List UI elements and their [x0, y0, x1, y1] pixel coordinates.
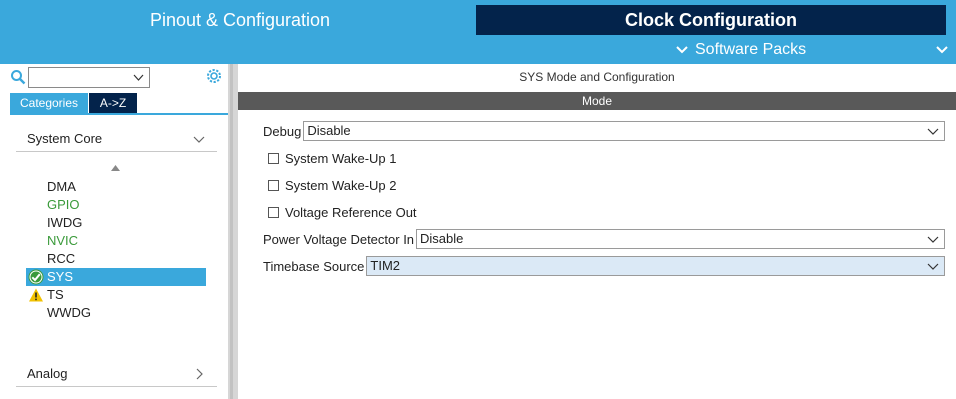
debug-select[interactable]: Disable — [303, 121, 946, 141]
timebase-select-value: TIM2 — [370, 258, 401, 273]
list-item-label: WWDG — [47, 305, 92, 320]
top-header-bar: Pinout & Configuration Clock Configurati… — [0, 0, 956, 64]
sys-configuration-panel: SYS Mode and Configuration Mode Debug Di… — [238, 64, 956, 399]
list-item-label: NVIC — [47, 233, 79, 248]
tab-a-to-z[interactable]: A->Z — [89, 93, 137, 113]
check-circle-icon — [28, 269, 44, 285]
timebase-label: Timebase Source — [263, 258, 365, 274]
debug-label: Debug — [263, 123, 302, 139]
debug-row: Debug Disable — [263, 121, 946, 141]
tab-categories[interactable]: Categories — [10, 93, 88, 113]
list-item-wwdg[interactable]: WWDG — [26, 304, 206, 322]
system-wakeup-1-row[interactable]: System Wake-Up 1 — [268, 150, 397, 166]
chevron-down-icon — [193, 136, 205, 143]
expand-chevron-icon[interactable] — [934, 42, 950, 58]
software-packs-menu[interactable]: Software Packs — [675, 38, 806, 62]
voltage-reference-out-checkbox[interactable] — [268, 206, 279, 218]
pvd-select[interactable]: Disable — [416, 229, 946, 249]
tab-pinout-configuration[interactable]: Pinout & Configuration — [5, 5, 475, 35]
left-sidebar: Categories A->Z System Core DMA GPIO IWD… — [0, 64, 228, 399]
scroll-up-arrow-icon[interactable] — [111, 165, 120, 171]
system-wakeup-2-checkbox[interactable] — [268, 179, 279, 191]
list-item-dma[interactable]: DMA — [26, 178, 206, 196]
list-item-sys[interactable]: SYS — [26, 268, 206, 286]
category-system-core[interactable]: System Core — [16, 127, 217, 151]
pvd-label: Power Voltage Detector In — [263, 231, 415, 247]
list-item-ts[interactable]: TS — [26, 286, 206, 304]
chevron-down-icon — [927, 263, 939, 270]
debug-select-value: Disable — [307, 123, 351, 138]
pvd-select-value: Disable — [420, 231, 464, 246]
tab-edge — [946, 5, 956, 35]
search-input[interactable] — [28, 67, 150, 88]
pvd-row: Power Voltage Detector In Disable — [263, 229, 946, 249]
tab-underline — [10, 113, 228, 115]
panel-splitter[interactable] — [228, 64, 238, 399]
list-item-rcc[interactable]: RCC — [26, 250, 206, 268]
checkbox-label: Voltage Reference Out — [285, 204, 417, 220]
mode-section-header: Mode — [238, 92, 956, 110]
timebase-row: Timebase Source TIM2 — [263, 256, 946, 276]
system-wakeup-1-checkbox[interactable] — [268, 152, 279, 164]
gear-icon[interactable] — [205, 67, 223, 85]
chevron-down-icon — [133, 74, 144, 81]
divider — [16, 386, 217, 387]
checkbox-label: System Wake-Up 1 — [285, 150, 397, 166]
system-core-list: DMA GPIO IWDG NVIC RCC SYS TS WWDG — [26, 178, 206, 322]
chevron-down-icon — [676, 46, 688, 54]
voltage-reference-out-row[interactable]: Voltage Reference Out — [268, 204, 417, 220]
list-item-label: GPIO — [47, 197, 80, 212]
tab-clock-configuration[interactable]: Clock Configuration — [476, 5, 946, 35]
checkbox-label: System Wake-Up 2 — [285, 177, 397, 193]
chevron-right-icon — [196, 368, 203, 380]
category-label: Analog — [27, 366, 68, 381]
list-item-gpio[interactable]: GPIO — [26, 196, 206, 214]
list-item-label: SYS — [47, 269, 74, 284]
list-item-iwdg[interactable]: IWDG — [26, 214, 206, 232]
search-icon[interactable] — [10, 69, 26, 85]
list-item-nvic[interactable]: NVIC — [26, 232, 206, 250]
warning-icon — [29, 288, 43, 302]
software-packs-label: Software Packs — [695, 41, 807, 58]
chevron-down-icon — [927, 236, 939, 243]
category-analog[interactable]: Analog — [16, 362, 217, 386]
list-item-label: TS — [47, 287, 64, 302]
chevron-down-icon — [927, 128, 939, 135]
list-item-label: DMA — [47, 179, 76, 194]
category-label: System Core — [27, 131, 103, 146]
system-wakeup-2-row[interactable]: System Wake-Up 2 — [268, 177, 397, 193]
list-item-label: IWDG — [47, 215, 83, 230]
list-item-label: RCC — [47, 251, 76, 266]
timebase-select[interactable]: TIM2 — [366, 256, 946, 276]
divider — [16, 151, 217, 152]
panel-title: SYS Mode and Configuration — [519, 70, 675, 84]
